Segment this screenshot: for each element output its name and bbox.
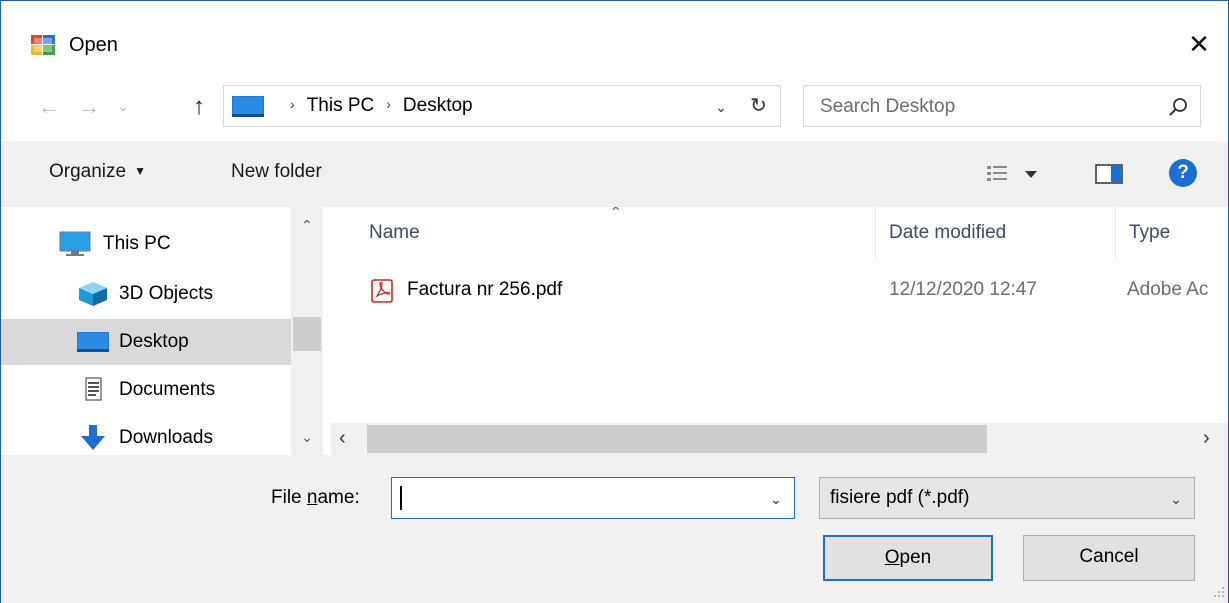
pdf-icon bbox=[371, 279, 393, 303]
chevron-down-icon: ⌄ bbox=[117, 99, 129, 114]
dialog-footer: File name: ⌄ fisiere pdf (*.pdf) ⌄ Open … bbox=[1, 455, 1228, 603]
address-bar[interactable]: › This PC › Desktop ⌄ ↻ bbox=[223, 85, 781, 127]
up-button[interactable]: ↑ bbox=[185, 91, 213, 123]
help-icon: ? bbox=[1177, 162, 1189, 183]
file-list-horizontal-scrollbar[interactable]: ‹ › bbox=[331, 423, 1228, 455]
file-row[interactable]: Factura nr 256.pdf 12/12/2020 12:47 Adob… bbox=[331, 271, 1228, 311]
filter-dropdown-button[interactable]: ⌄ bbox=[1164, 486, 1188, 512]
window-title: Open bbox=[69, 34, 118, 56]
chevron-down-icon: ⌄ bbox=[770, 491, 782, 507]
help-button[interactable]: ? bbox=[1169, 159, 1197, 187]
text-cursor bbox=[400, 486, 402, 510]
nav-item-label: This PC bbox=[103, 233, 171, 254]
view-options-button[interactable] bbox=[985, 163, 1045, 185]
search-icon bbox=[1169, 98, 1187, 116]
this-pc-icon bbox=[59, 231, 91, 256]
breadcrumb-separator[interactable]: › bbox=[386, 96, 391, 112]
nav-item-label: Downloads bbox=[119, 427, 213, 448]
navigation-pane-scrollbar[interactable]: ⌃ ⌄ bbox=[291, 207, 323, 455]
desktop-icon bbox=[232, 96, 264, 117]
organize-button[interactable]: Organize ▼ bbox=[49, 161, 146, 183]
file-type-filter-select[interactable]: fisiere pdf (*.pdf) ⌄ bbox=[819, 477, 1195, 519]
search-placeholder: Search Desktop bbox=[820, 96, 956, 117]
scroll-up-icon[interactable]: ⌃ bbox=[291, 217, 323, 234]
file-name: Factura nr 256.pdf bbox=[407, 279, 563, 300]
navigation-pane: This PC 3D Objects Desktop Documents Dow… bbox=[1, 207, 331, 455]
nav-item-label: 3D Objects bbox=[119, 283, 213, 304]
nav-item-label: Documents bbox=[119, 379, 216, 400]
file-name-field[interactable]: ⌄ bbox=[391, 477, 795, 519]
file-list: ⌃ Name Date modified Type Factura nr 256… bbox=[331, 207, 1228, 455]
new-folder-label: New folder bbox=[231, 161, 322, 182]
arrow-up-icon: ↑ bbox=[193, 93, 205, 120]
open-file-dialog: Open ✕ ← → ⌄ ↑ › This PC › Desktop ⌄ ↻ S… bbox=[0, 0, 1229, 603]
scrollbar-thumb[interactable] bbox=[367, 425, 987, 453]
file-type-filter-value: fisiere pdf (*.pdf) bbox=[830, 487, 970, 508]
open-button[interactable]: Open bbox=[823, 535, 993, 581]
breadcrumb: › This PC › Desktop bbox=[278, 95, 473, 117]
column-header-row: ⌃ Name Date modified Type bbox=[331, 207, 1228, 259]
file-type: Adobe Ac bbox=[1127, 279, 1209, 300]
close-button[interactable]: ✕ bbox=[1181, 29, 1217, 59]
refresh-button[interactable]: ↻ bbox=[744, 92, 772, 120]
nav-item-3d-objects[interactable]: 3D Objects bbox=[1, 271, 291, 317]
scroll-down-icon[interactable]: ⌄ bbox=[291, 429, 323, 446]
column-header-date-modified[interactable]: Date modified bbox=[889, 222, 1006, 244]
command-toolbar: Organize ▼ New folder ? bbox=[1, 141, 1228, 207]
forward-button[interactable]: → bbox=[75, 91, 103, 123]
breadcrumb-separator: › bbox=[290, 96, 295, 112]
column-header-name[interactable]: Name bbox=[369, 222, 420, 244]
nav-item-documents[interactable]: Documents bbox=[1, 367, 291, 413]
nav-item-desktop[interactable]: Desktop bbox=[1, 319, 291, 365]
chevron-down-icon: ⌄ bbox=[1170, 491, 1182, 507]
breadcrumb-desktop[interactable]: Desktop bbox=[403, 95, 473, 116]
back-button[interactable]: ← bbox=[35, 91, 63, 123]
scroll-right-icon[interactable]: › bbox=[1203, 427, 1210, 450]
address-dropdown-button[interactable]: ⌄ bbox=[710, 94, 732, 120]
file-name-label: File name: bbox=[271, 487, 360, 508]
arrow-right-icon: → bbox=[78, 94, 100, 119]
sort-ascending-icon: ⌃ bbox=[609, 207, 623, 222]
3d-objects-icon bbox=[79, 282, 107, 306]
search-input[interactable]: Search Desktop bbox=[803, 85, 1201, 127]
documents-icon bbox=[85, 377, 102, 401]
organize-label: Organize bbox=[49, 161, 127, 182]
caret-down-icon bbox=[1025, 171, 1037, 178]
caret-down-icon: ▼ bbox=[134, 164, 146, 178]
app-icon bbox=[31, 35, 55, 55]
arrow-left-icon: ← bbox=[38, 94, 60, 119]
resize-grip-icon[interactable] bbox=[1211, 585, 1225, 599]
chevron-down-icon: ⌄ bbox=[715, 99, 727, 115]
breadcrumb-this-pc[interactable]: This PC bbox=[307, 95, 375, 116]
nav-item-this-pc[interactable]: This PC bbox=[1, 221, 291, 267]
details-view-icon bbox=[987, 166, 1007, 181]
downloads-icon bbox=[81, 425, 105, 450]
nav-item-label: Desktop bbox=[119, 331, 189, 352]
cancel-button[interactable]: Cancel bbox=[1023, 535, 1195, 581]
title-bar: Open ✕ bbox=[1, 1, 1228, 85]
file-date-modified: 12/12/2020 12:47 bbox=[889, 279, 1037, 300]
desktop-icon bbox=[77, 332, 109, 352]
scrollbar-thumb[interactable] bbox=[293, 317, 321, 351]
navigation-bar: ← → ⌄ ↑ › This PC › Desktop ⌄ ↻ Search D… bbox=[1, 85, 1228, 131]
column-divider[interactable] bbox=[1115, 207, 1116, 259]
close-icon: ✕ bbox=[1188, 29, 1210, 59]
column-divider[interactable] bbox=[875, 207, 876, 259]
scroll-left-icon[interactable]: ‹ bbox=[339, 427, 346, 450]
refresh-icon: ↻ bbox=[750, 95, 767, 117]
preview-pane-button[interactable] bbox=[1095, 163, 1123, 185]
column-header-type[interactable]: Type bbox=[1129, 222, 1170, 244]
recent-locations-button[interactable]: ⌄ bbox=[113, 91, 133, 123]
file-name-dropdown-button[interactable]: ⌄ bbox=[764, 486, 788, 512]
new-folder-button[interactable]: New folder bbox=[231, 161, 322, 183]
